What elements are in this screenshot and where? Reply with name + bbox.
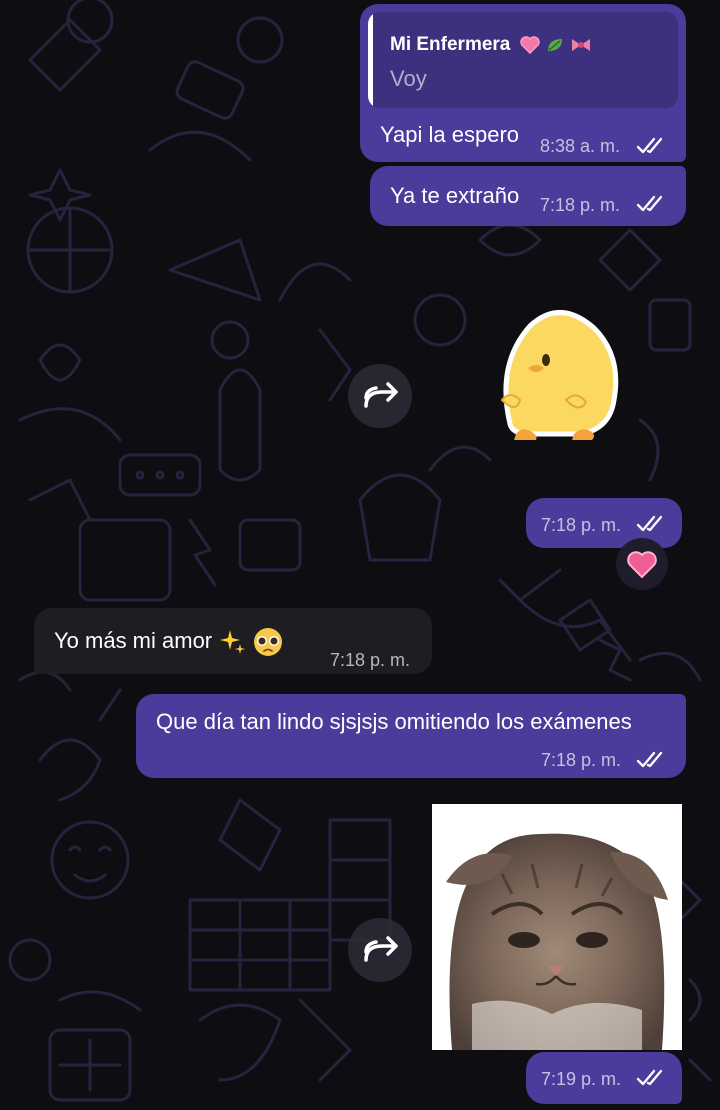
message-bubble-outgoing[interactable]: Mi Enfermera Voy Yapi la espero 8:38 a. … bbox=[360, 4, 686, 162]
reply-quote[interactable]: Mi Enfermera Voy bbox=[368, 12, 678, 108]
double-check-icon bbox=[636, 515, 663, 532]
chick-sticker[interactable] bbox=[490, 304, 626, 444]
message-time: 7:18 p. m. bbox=[330, 650, 411, 670]
double-check-icon bbox=[636, 1069, 663, 1086]
double-check-icon bbox=[636, 195, 663, 212]
forward-icon bbox=[364, 382, 398, 408]
pleading-face-icon bbox=[254, 628, 283, 656]
message-time: 7:18 p. m. bbox=[541, 750, 622, 770]
message-bubble-outgoing[interactable]: Ya te extraño 7:18 p. m. bbox=[370, 166, 686, 226]
message-text: Yapi la espero bbox=[380, 122, 520, 147]
pink-heart-icon bbox=[627, 551, 657, 579]
pink-heart-icon bbox=[519, 36, 540, 54]
message-time: 7:18 p. m. bbox=[541, 515, 622, 535]
message-text: Que día tan lindo sjsjsjs omitiendo los … bbox=[156, 709, 632, 734]
double-check-icon bbox=[636, 137, 663, 154]
leaf-icon bbox=[547, 38, 562, 51]
message-text: Ya te extraño bbox=[390, 183, 520, 208]
forward-icon bbox=[364, 936, 398, 962]
reply-author-name: Mi Enfermera bbox=[390, 34, 511, 55]
sad-kitten-photo[interactable] bbox=[432, 804, 682, 1050]
reaction-badge[interactable] bbox=[616, 538, 668, 590]
message-bubble-outgoing[interactable]: 7:19 p. m. bbox=[526, 1052, 682, 1104]
forward-button[interactable] bbox=[348, 364, 412, 428]
reply-quote-text: Voy bbox=[390, 66, 427, 91]
pink-ribbon-icon bbox=[572, 38, 591, 51]
sparkles-icon bbox=[220, 630, 246, 654]
message-time: 7:18 p. m. bbox=[540, 195, 621, 215]
reply-quote-bar bbox=[368, 12, 373, 108]
message-time: 8:38 a. m. bbox=[540, 136, 621, 156]
forward-button[interactable] bbox=[348, 918, 412, 982]
message-text: Yo más mi amor bbox=[54, 627, 213, 653]
double-check-icon bbox=[636, 751, 663, 768]
message-time: 7:19 p. m. bbox=[541, 1069, 622, 1089]
message-bubble-incoming[interactable]: Yo más mi amor 7:18 p. m. bbox=[34, 608, 432, 674]
message-bubble-outgoing[interactable]: Que día tan lindo sjsjsjs omitiendo los … bbox=[136, 694, 686, 778]
